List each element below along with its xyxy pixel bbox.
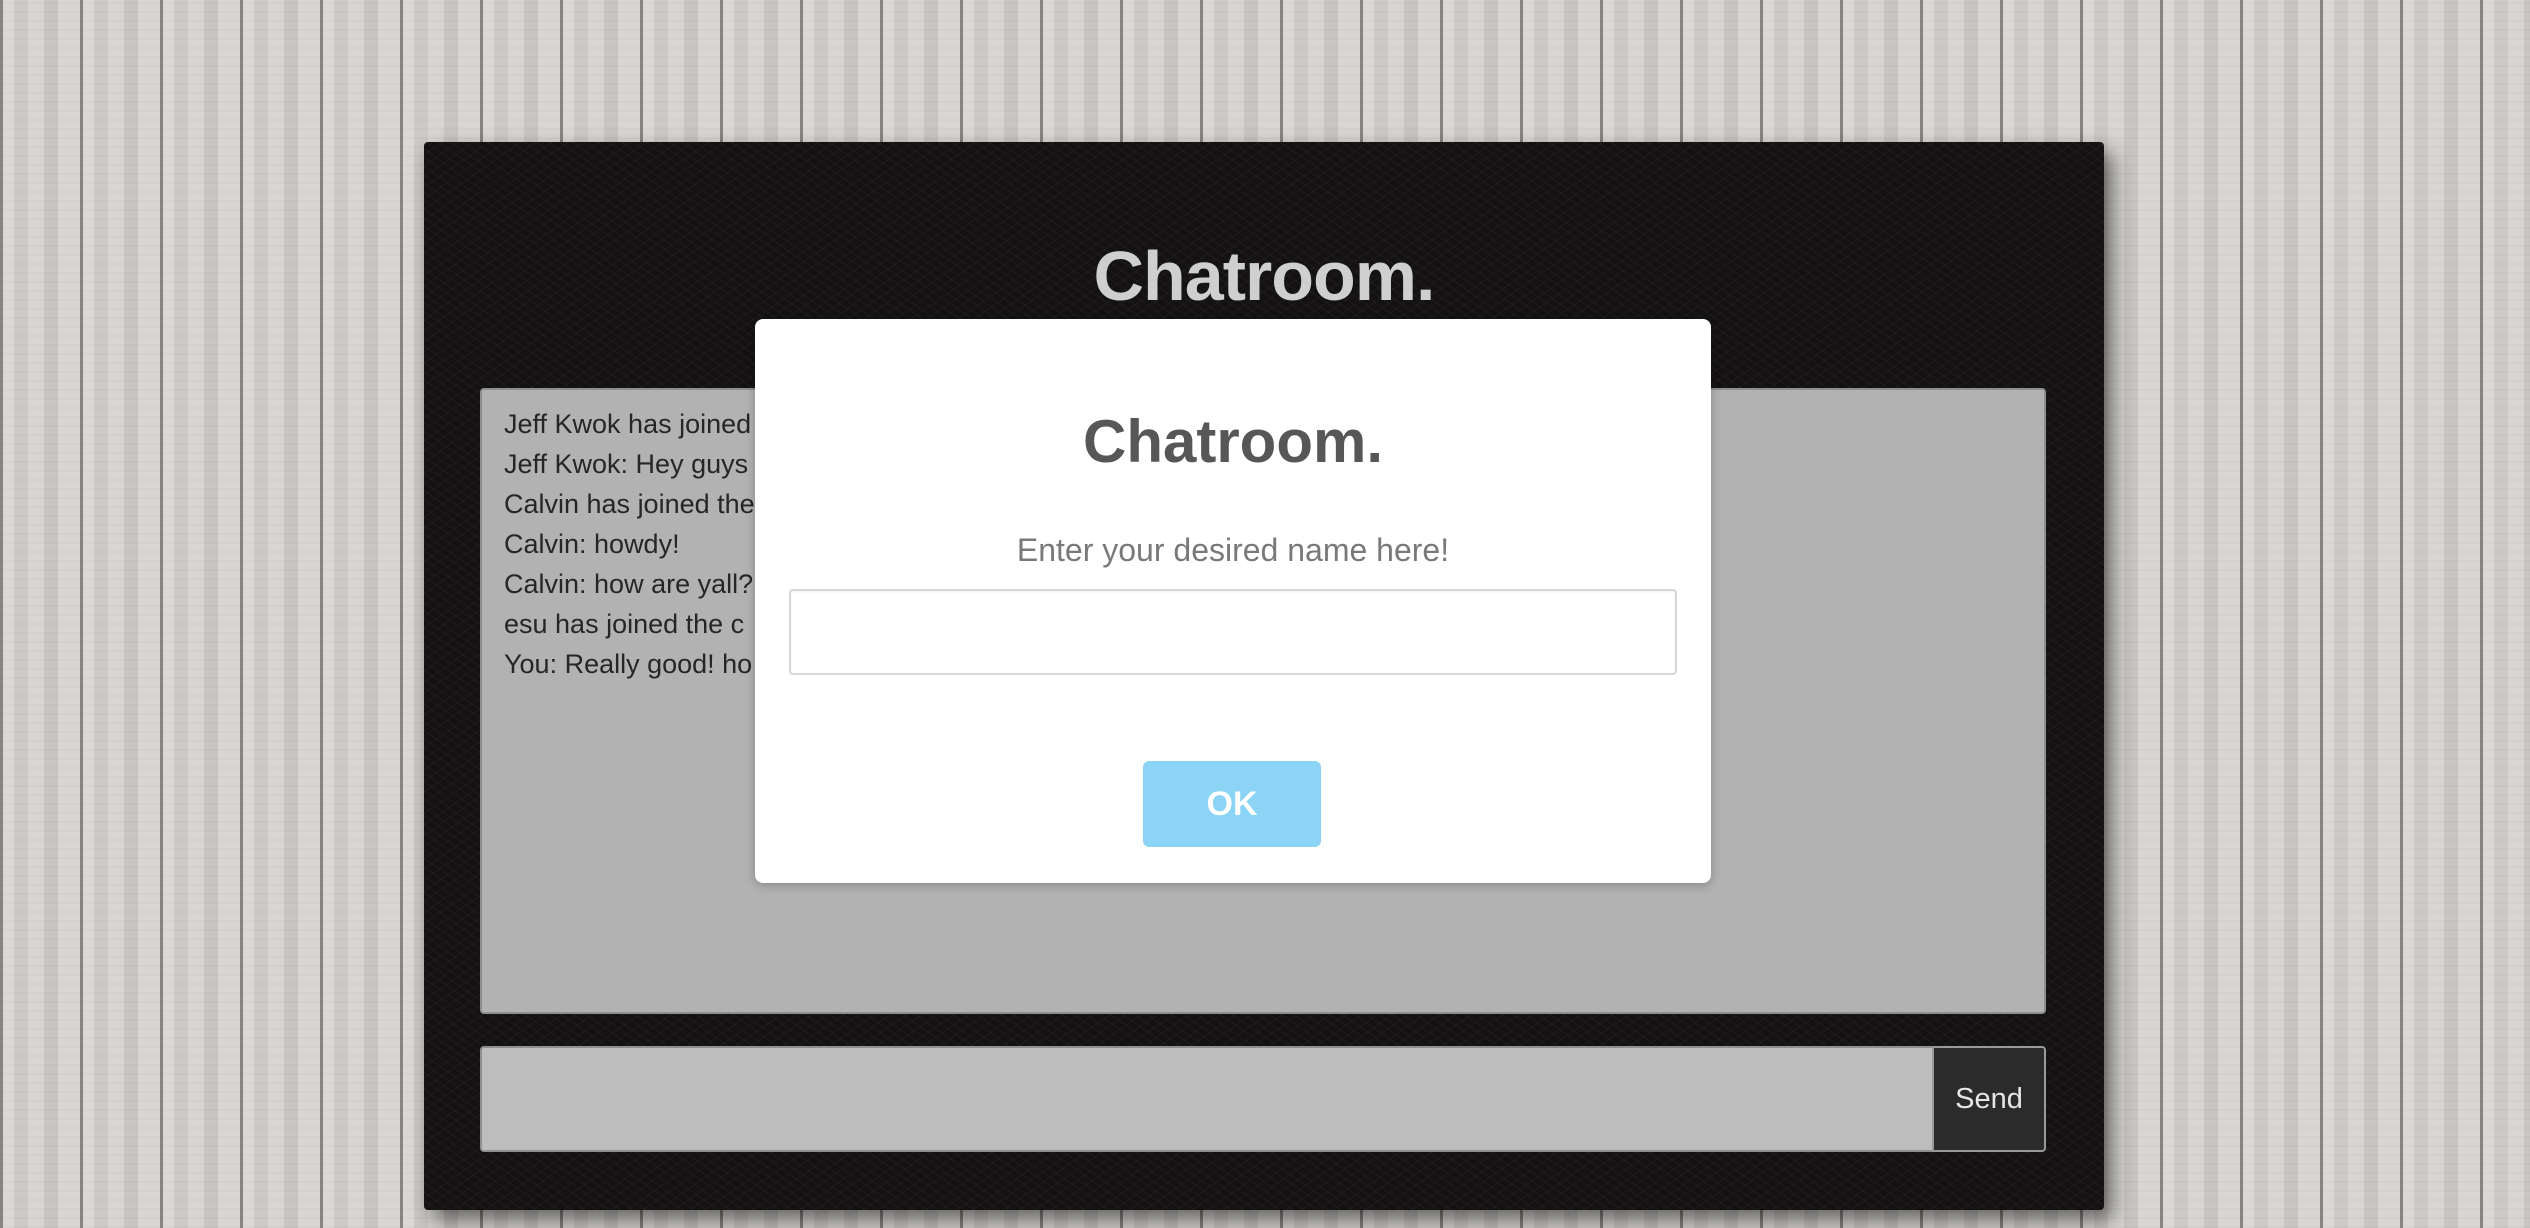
modal-prompt-text: Enter your desired name here! <box>1016 532 1450 568</box>
modal-title: Chatroom. <box>1083 408 1383 475</box>
name-input[interactable] <box>789 589 1677 675</box>
message-input[interactable] <box>480 1046 1932 1152</box>
name-prompt-modal: Chatroom. Enter your desired name here! … <box>755 319 1711 883</box>
send-button[interactable]: Send <box>1932 1046 2046 1152</box>
compose-row: Send <box>480 1046 2046 1152</box>
ok-button[interactable]: OK <box>1143 761 1321 847</box>
page-title: Chatroom. <box>1093 237 1436 315</box>
